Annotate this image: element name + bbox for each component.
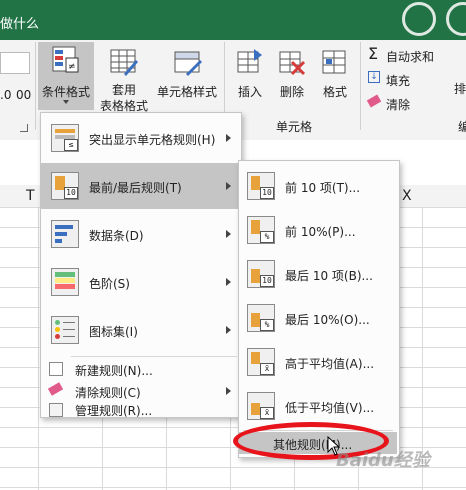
decimal-decrease-label[interactable]: 00	[16, 88, 31, 102]
clear-label: 清除	[386, 98, 411, 112]
menu-item-color-scales[interactable]: 色阶(S)	[41, 259, 239, 305]
color-scales-icon	[51, 268, 79, 296]
submenu-item-top-10[interactable]: 10 前 10 项(T)...	[239, 164, 397, 208]
top-bottom-icon: 10	[51, 172, 79, 200]
title-bar: 做什么	[0, 0, 466, 40]
chevron-down-icon	[63, 100, 69, 104]
dialog-launcher-icon[interactable]	[20, 124, 28, 132]
editing-group-partial: 编	[458, 120, 466, 134]
menu-label: 清除规则(C)	[75, 386, 141, 400]
conditional-format-icon: ≠	[52, 46, 79, 73]
fill-down-icon: ↓	[368, 71, 380, 83]
format-button[interactable]: 格式	[314, 42, 356, 110]
format-as-table-label-1: 套用	[111, 83, 136, 97]
submenu-item-below-average[interactable]: x̄ 低于平均值(V)...	[239, 384, 397, 428]
conditional-format-label: 条件格式	[41, 85, 90, 99]
format-as-table-button[interactable]: 套用 表格格式	[94, 42, 154, 113]
manage-rules-icon	[49, 403, 63, 417]
column-t-header[interactable]: T	[26, 188, 35, 204]
menu-item-clear-rules[interactable]: 清除规则(C)	[41, 381, 239, 401]
submenu-item-bottom-10[interactable]: 10 最后 10 项(B)...	[239, 252, 397, 296]
menu-label: 突出显示单元格规则(H)	[89, 133, 216, 147]
sigma-icon: Σ	[368, 44, 379, 63]
tell-me-box[interactable]: 做什么	[0, 13, 39, 32]
cells-group-label: 单元格	[276, 120, 313, 134]
menu-label: 管理规则(R)...	[75, 404, 153, 418]
cell-styles-icon	[174, 51, 202, 76]
submenu-label: 最后 10 项(B)...	[285, 269, 373, 283]
menu-label: 色阶(S)	[89, 277, 130, 291]
format-label: 格式	[322, 85, 347, 99]
top-bottom-submenu: 10 前 10 项(T)... % 前 10%(P)... 10 最后 10 项…	[238, 160, 400, 458]
cell-styles-label: 单元格样式	[156, 85, 217, 99]
column-x-header[interactable]: X	[402, 188, 412, 204]
submenu-separator	[243, 430, 393, 431]
account-icon[interactable]	[402, 2, 436, 36]
menu-label: 图标集(I)	[89, 325, 138, 339]
bottom-10-icon: 10	[247, 260, 275, 288]
submenu-label: 高于平均值(A)...	[285, 357, 375, 371]
submenu-arrow-icon	[226, 134, 231, 142]
submenu-arrow-icon	[226, 326, 231, 334]
menu-item-data-bars[interactable]: 数据条(D)	[41, 211, 239, 257]
fill-button[interactable]: ↓ 填充	[366, 70, 446, 88]
submenu-label: 前 10%(P)...	[285, 225, 356, 239]
autosum-button[interactable]: Σ 自动求和	[366, 44, 446, 64]
menu-label: 最前/最后规则(T)	[89, 181, 182, 195]
sort-filter-partial[interactable]: 排	[454, 80, 466, 97]
ribbon-separator	[360, 42, 361, 130]
svg-text:≠: ≠	[68, 62, 76, 72]
submenu-item-bottom-10-percent[interactable]: % 最后 10%(O)...	[239, 296, 397, 340]
insert-button[interactable]: 插入	[230, 42, 270, 110]
submenu-arrow-icon	[226, 278, 231, 286]
submenu-arrow-icon	[226, 230, 231, 238]
new-rule-icon	[49, 362, 63, 376]
submenu-label: 前 10 项(T)...	[285, 181, 361, 195]
highlight-cells-icon: ≤	[51, 124, 79, 152]
number-format-dropdown[interactable]	[0, 52, 30, 74]
conditional-format-menu: ≤ 突出显示单元格规则(H) 10 最前/最后规则(T) 数据条(D) 色阶(S…	[40, 112, 242, 418]
menu-item-highlight-cells[interactable]: ≤ 突出显示单元格规则(H)	[41, 115, 239, 161]
submenu-label: 低于平均值(V)...	[285, 401, 375, 415]
bottom-10-percent-icon: %	[247, 304, 275, 332]
menu-label: 新建规则(N)...	[75, 364, 153, 378]
format-cells-icon	[322, 50, 346, 74]
fill-label: 填充	[386, 74, 411, 88]
menu-item-new-rule[interactable]: 新建规则(N)...	[41, 359, 239, 379]
menu-item-icon-sets[interactable]: 图标集(I)	[41, 307, 239, 353]
submenu-label: 最后 10%(O)...	[285, 313, 370, 327]
data-bars-icon	[51, 220, 79, 248]
submenu-arrow-icon	[226, 387, 231, 395]
below-average-icon: x̄	[247, 392, 275, 420]
top-10-percent-icon: %	[247, 216, 275, 244]
account-icon-secondary[interactable]	[446, 2, 466, 36]
submenu-item-above-average[interactable]: x̄ 高于平均值(A)...	[239, 340, 397, 384]
above-average-icon: x̄	[247, 348, 275, 376]
ribbon-separator	[35, 42, 36, 130]
autosum-label: 自动求和	[386, 50, 435, 64]
delete-label: 删除	[279, 85, 304, 99]
conditional-format-button[interactable]: ≠ 条件格式	[38, 42, 94, 110]
clear-button[interactable]: 清除	[366, 94, 446, 112]
menu-item-manage-rules[interactable]: 管理规则(R)...	[41, 401, 239, 421]
submenu-arrow-icon	[226, 182, 231, 190]
table-format-icon	[110, 49, 138, 76]
watermark: Baidu经验	[336, 450, 430, 471]
delete-button[interactable]: 删除	[272, 42, 312, 110]
insert-cells-icon	[237, 49, 262, 73]
menu-separator	[71, 356, 237, 357]
cell-styles-button[interactable]: 单元格样式	[154, 42, 220, 110]
clear-rules-icon	[47, 382, 64, 396]
submenu-item-top-10-percent[interactable]: % 前 10%(P)...	[239, 208, 397, 252]
icon-sets-icon	[51, 316, 79, 344]
decimal-increase-label[interactable]: .0	[0, 88, 11, 102]
top-10-icon: 10	[247, 172, 275, 200]
menu-item-top-bottom[interactable]: 10 最前/最后规则(T)	[41, 163, 239, 209]
insert-label: 插入	[237, 85, 262, 99]
eraser-icon	[366, 94, 382, 108]
delete-cells-icon	[279, 51, 306, 76]
menu-label: 数据条(D)	[89, 229, 144, 243]
